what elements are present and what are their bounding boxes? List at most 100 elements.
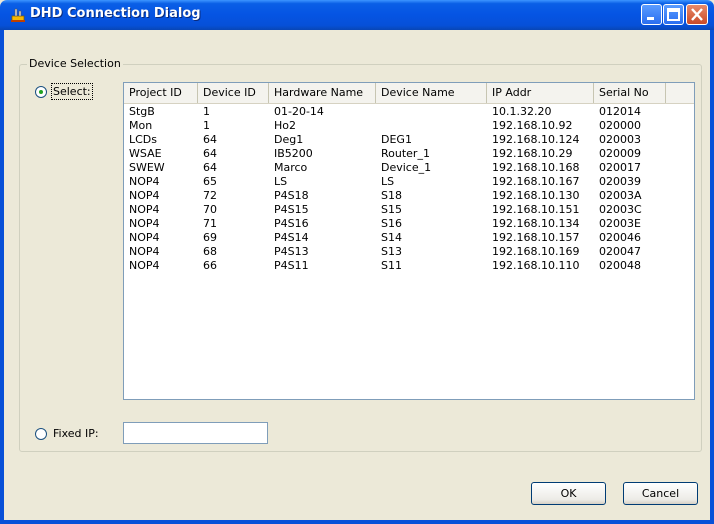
cell-device-name: S18 bbox=[381, 189, 402, 202]
cell-serial-no: 020003 bbox=[599, 133, 641, 146]
cell-ip-addr: 192.168.10.151 bbox=[492, 203, 580, 216]
cell-device-id: 68 bbox=[203, 245, 217, 258]
close-button[interactable] bbox=[686, 4, 708, 25]
cell-device-id: 1 bbox=[203, 105, 210, 118]
cell-device-name: S11 bbox=[381, 259, 402, 272]
device-selection-label: Device Selection bbox=[27, 57, 123, 70]
ok-button[interactable]: OK bbox=[531, 482, 606, 505]
cell-serial-no: 012014 bbox=[599, 105, 641, 118]
cell-project-id: NOP4 bbox=[129, 175, 160, 188]
column-header-ip-addr[interactable]: IP Addr bbox=[487, 83, 594, 103]
cell-device-id: 64 bbox=[203, 147, 217, 160]
cell-project-id: Mon bbox=[129, 119, 153, 132]
cell-project-id: NOP4 bbox=[129, 203, 160, 216]
cell-device-id: 70 bbox=[203, 203, 217, 216]
cell-serial-no: 02003A bbox=[599, 189, 642, 202]
table-row[interactable]: StgB 1 01-20-14 10.1.32.20 012014 bbox=[124, 105, 664, 119]
app-plug-icon bbox=[11, 8, 25, 22]
cell-project-id: StgB bbox=[129, 105, 155, 118]
close-icon bbox=[691, 8, 703, 21]
cell-serial-no: 020039 bbox=[599, 175, 641, 188]
cell-device-name bbox=[376, 105, 487, 119]
cell-device-name: S15 bbox=[381, 203, 402, 216]
table-row[interactable]: NOP4 71 P4S16 S16 192.168.10.134 02003E bbox=[124, 217, 664, 231]
table-row[interactable]: Mon 1 Ho2 192.168.10.92 020000 bbox=[124, 119, 664, 133]
device-list[interactable]: Project ID Device ID Hardware Name Devic… bbox=[123, 82, 695, 400]
cell-project-id: NOP4 bbox=[129, 217, 160, 230]
cell-hardware-name: Deg1 bbox=[274, 133, 304, 146]
window-frame-right bbox=[710, 30, 714, 524]
table-row[interactable]: NOP4 72 P4S18 S18 192.168.10.130 02003A bbox=[124, 189, 664, 203]
cell-device-id: 64 bbox=[203, 133, 217, 146]
maximize-icon bbox=[667, 8, 680, 21]
column-header-hardware-name[interactable]: Hardware Name bbox=[269, 83, 376, 103]
cell-device-name: Device_1 bbox=[381, 161, 432, 174]
cell-project-id: NOP4 bbox=[129, 189, 160, 202]
maximize-button[interactable] bbox=[663, 4, 684, 25]
column-header-device-id[interactable]: Device ID bbox=[198, 83, 269, 103]
cell-device-name: S13 bbox=[381, 245, 402, 258]
minimize-button[interactable] bbox=[641, 4, 662, 25]
cell-project-id: LCDs bbox=[129, 133, 158, 146]
cell-device-id: 65 bbox=[203, 175, 217, 188]
cell-ip-addr: 192.168.10.110 bbox=[492, 259, 580, 272]
cell-ip-addr: 192.168.10.92 bbox=[492, 119, 573, 132]
cell-device-name: S14 bbox=[381, 231, 402, 244]
cell-serial-no: 020009 bbox=[599, 147, 641, 160]
cell-project-id: NOP4 bbox=[129, 231, 160, 244]
cell-hardware-name: Ho2 bbox=[274, 119, 296, 132]
cell-hardware-name: 01-20-14 bbox=[274, 105, 324, 118]
minimize-icon bbox=[647, 17, 654, 20]
cell-serial-no: 020046 bbox=[599, 231, 641, 244]
cell-device-name: LS bbox=[381, 175, 395, 188]
column-header-filler bbox=[666, 83, 694, 103]
cell-serial-no: 020048 bbox=[599, 259, 641, 272]
cell-device-id: 1 bbox=[203, 119, 210, 132]
table-row[interactable]: NOP4 70 P4S15 S15 192.168.10.151 02003C bbox=[124, 203, 664, 217]
cell-hardware-name: P4S11 bbox=[274, 259, 309, 272]
window-frame-bottom bbox=[0, 520, 714, 524]
table-row[interactable]: NOP4 69 P4S14 S14 192.168.10.157 020046 bbox=[124, 231, 664, 245]
window-frame-left bbox=[0, 30, 4, 524]
cell-hardware-name: P4S14 bbox=[274, 231, 309, 244]
fixed-ip-input[interactable] bbox=[123, 422, 268, 444]
table-row[interactable]: NOP4 68 P4S13 S13 192.168.10.169 020047 bbox=[124, 245, 664, 259]
table-row[interactable]: LCDs 64 Deg1 DEG1 192.168.10.124 020003 bbox=[124, 133, 664, 147]
select-radio[interactable] bbox=[35, 86, 47, 98]
cell-hardware-name: LS bbox=[274, 175, 288, 188]
table-row[interactable]: NOP4 65 LS LS 192.168.10.167 020039 bbox=[124, 175, 664, 189]
table-row[interactable]: NOP4 66 P4S11 S11 192.168.10.110 020048 bbox=[124, 259, 664, 273]
cell-serial-no: 02003E bbox=[599, 217, 641, 230]
fixed-ip-radio-label[interactable]: Fixed IP: bbox=[53, 427, 99, 440]
column-header-serial-no[interactable]: Serial No bbox=[594, 83, 666, 103]
cell-device-id: 71 bbox=[203, 217, 217, 230]
cell-hardware-name: P4S15 bbox=[274, 203, 309, 216]
column-header-device-name[interactable]: Device Name bbox=[376, 83, 487, 103]
table-row[interactable]: SWEW 64 Marco Device_1 192.168.10.168 020017 bbox=[124, 161, 664, 175]
table-row[interactable]: WSAE 64 IB5200 Router_1 192.168.10.29 020009 bbox=[124, 147, 664, 161]
cell-ip-addr: 10.1.32.20 bbox=[492, 105, 552, 118]
cell-hardware-name: P4S18 bbox=[274, 189, 309, 202]
title-bar[interactable]: DHD Connection Dialog bbox=[0, 0, 714, 30]
radio-checked-dot-icon bbox=[39, 90, 43, 94]
window-title: DHD Connection Dialog bbox=[30, 6, 201, 21]
cell-project-id: SWEW bbox=[129, 161, 165, 174]
column-header-project-id[interactable]: Project ID bbox=[124, 83, 198, 103]
cell-hardware-name: P4S16 bbox=[274, 217, 309, 230]
cell-serial-no: 020017 bbox=[599, 161, 641, 174]
cell-ip-addr: 192.168.10.29 bbox=[492, 147, 573, 160]
cell-project-id: WSAE bbox=[129, 147, 162, 160]
fixed-ip-radio[interactable] bbox=[35, 428, 47, 440]
cell-serial-no: 02003C bbox=[599, 203, 642, 216]
cell-project-id: NOP4 bbox=[129, 245, 160, 258]
cell-ip-addr: 192.168.10.168 bbox=[492, 161, 580, 174]
select-radio-label[interactable]: Select: bbox=[51, 83, 93, 100]
cell-hardware-name: P4S13 bbox=[274, 245, 309, 258]
cancel-button[interactable]: Cancel bbox=[623, 482, 698, 505]
cell-ip-addr: 192.168.10.157 bbox=[492, 231, 580, 244]
cell-device-name bbox=[376, 119, 487, 133]
cell-serial-no: 020047 bbox=[599, 245, 641, 258]
cell-ip-addr: 192.168.10.167 bbox=[492, 175, 580, 188]
cell-device-id: 69 bbox=[203, 231, 217, 244]
cell-device-name: S16 bbox=[381, 217, 402, 230]
